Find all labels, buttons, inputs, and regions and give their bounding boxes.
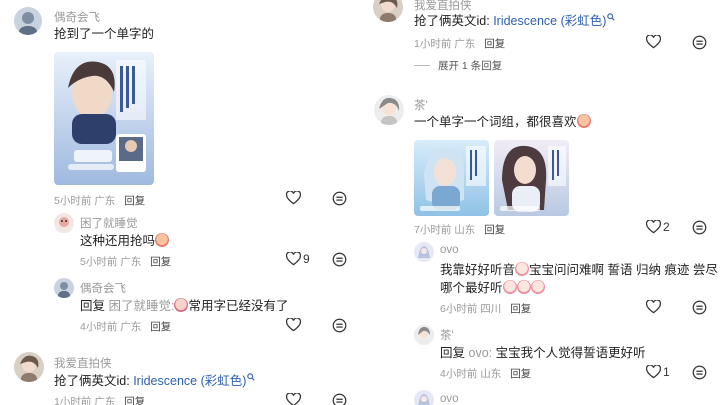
heart-icon <box>286 318 301 332</box>
reply-button[interactable]: 回复 <box>150 256 171 268</box>
right-panel: 我爱直拍侠 抢了俩英文id: Iridescence (彩虹色) 1小时前 广东… <box>360 0 720 405</box>
reply-meta: 6小时前 四川 回复 <box>440 303 532 315</box>
comment-image[interactable] <box>414 140 489 216</box>
comment-username[interactable]: 茶' <box>414 97 428 113</box>
comment-username[interactable]: 偶奇会飞 <box>54 9 100 25</box>
like-button[interactable] <box>286 318 301 332</box>
comment-menu-icon <box>692 300 707 315</box>
comment-menu-icon <box>332 318 347 333</box>
like-button[interactable]: 9 <box>286 252 310 266</box>
like-button[interactable] <box>646 300 661 314</box>
sticker-emoji-icon <box>174 298 189 312</box>
reply-button[interactable]: 回复 <box>124 396 145 405</box>
expand-divider <box>414 65 430 66</box>
reply-text: 回复 ovo: 宝宝我个人觉得誓语更好听 <box>440 346 646 360</box>
reply-username[interactable]: 困了就睡觉 <box>80 215 138 231</box>
sticker-emoji-icon <box>530 280 545 294</box>
comment-menu-icon <box>692 365 707 380</box>
like-button[interactable] <box>646 35 661 49</box>
sticker-emoji-icon <box>515 262 530 276</box>
comment-image[interactable] <box>54 52 154 185</box>
sticker-emoji-icon <box>516 280 531 294</box>
avatar[interactable] <box>374 95 404 125</box>
heart-icon <box>286 252 301 266</box>
comment-menu-icon <box>692 35 707 50</box>
avatar[interactable] <box>54 278 74 298</box>
avatar[interactable] <box>14 7 42 35</box>
heart-icon <box>286 393 301 405</box>
like-count: 1 <box>663 365 670 379</box>
reply-text: 回复 困了就睡觉: 常用字已经没有了 <box>80 298 289 313</box>
search-icon[interactable] <box>607 13 616 21</box>
comment-menu-button[interactable] <box>692 220 707 240</box>
avatar[interactable] <box>414 242 434 262</box>
reply-meta: 4小时前 山东 回复 <box>440 368 532 380</box>
sticker-emoji-icon <box>155 233 170 247</box>
comment-text: 抢了俩英文id: Iridescence (彩虹色) <box>414 12 616 30</box>
like-count: 9 <box>303 252 310 266</box>
reply-to-user[interactable]: ovo: <box>469 346 493 360</box>
comment-username[interactable]: 我爱直拍侠 <box>54 355 112 371</box>
comment-meta: 1小时前 广东 回复 <box>414 38 506 50</box>
avatar[interactable] <box>14 352 44 382</box>
reply-text: 我靠好好听音 宝宝问问难啊 誓语 归纳 痕迹 尝尽 <box>440 262 718 277</box>
comment-menu-button[interactable] <box>332 252 347 272</box>
comment-menu-button[interactable] <box>332 318 347 338</box>
brand-link[interactable]: Iridescence <box>493 14 557 28</box>
comment-menu-button[interactable] <box>332 393 347 405</box>
reply-username[interactable]: ovo <box>440 393 459 405</box>
left-panel: 偶奇会飞 抢到了一个单字的 5小时前 广东 回复 困了就睡觉 这种还用抢吗 5小… <box>0 0 360 405</box>
comment-menu-button[interactable] <box>332 191 347 211</box>
heart-icon <box>646 300 661 314</box>
heart-icon <box>646 35 661 49</box>
reply-button[interactable]: 回复 <box>510 303 531 315</box>
like-button[interactable]: 1 <box>646 365 670 379</box>
like-button[interactable] <box>286 191 301 205</box>
reply-to-user[interactable]: 困了就睡觉: <box>109 299 175 313</box>
reply-username[interactable]: ovo <box>440 244 459 256</box>
comment-time: 5小时前 <box>54 195 92 207</box>
sticker-emoji-icon <box>576 114 591 128</box>
comment-menu-button[interactable] <box>692 35 707 55</box>
comment-menu-button[interactable] <box>692 300 707 320</box>
comment-menu-button[interactable] <box>692 365 707 385</box>
reply-username[interactable]: 偶奇会飞 <box>80 280 126 296</box>
reply-meta: 4小时前 广东 回复 <box>80 321 172 333</box>
avatar[interactable] <box>414 325 434 345</box>
heart-icon <box>646 220 661 234</box>
comment-meta: 1小时前 广东 回复 <box>54 394 145 405</box>
reply-text: 这种还用抢吗 <box>80 232 170 250</box>
like-button[interactable]: 2 <box>646 220 670 234</box>
avatar[interactable] <box>54 213 74 233</box>
reply-button[interactable]: 回复 <box>510 368 531 380</box>
reply-button[interactable]: 回复 <box>150 321 171 333</box>
comment-menu-icon <box>332 252 347 267</box>
search-icon[interactable] <box>247 373 256 381</box>
reply-meta: 5小时前 广东 回复 <box>80 256 172 268</box>
comment-image[interactable] <box>494 140 569 216</box>
comment-menu-icon <box>332 191 347 206</box>
reply-button[interactable]: 回复 <box>484 224 505 236</box>
like-button[interactable] <box>286 393 301 405</box>
comment-text: 抢了俩英文id: Iridescence (彩虹色) <box>54 372 256 390</box>
reply-text-line2: 哪个最好听 <box>440 279 545 297</box>
heart-icon <box>286 191 301 205</box>
reply-username[interactable]: 茶' <box>440 327 454 343</box>
brand-link[interactable]: Iridescence <box>133 374 197 388</box>
avatar[interactable] <box>373 0 403 22</box>
reply-button[interactable]: 回复 <box>484 38 505 50</box>
comment-menu-icon <box>332 393 347 405</box>
comment-text: 抢到了一个单字的 <box>54 27 155 41</box>
heart-icon <box>646 365 661 379</box>
comment-menu-icon <box>692 220 707 235</box>
reply-button[interactable]: 回复 <box>124 195 145 207</box>
avatar[interactable] <box>414 390 434 405</box>
comment-location: 广东 <box>94 195 116 207</box>
comment-meta: 7小时前 山东 回复 <box>414 224 506 236</box>
expand-replies-button[interactable]: 展开 1 条回复 <box>414 58 502 73</box>
comment-text: 一个单字一个词组，都很喜欢 <box>414 113 591 131</box>
sticker-emoji-icon <box>502 280 517 294</box>
like-count: 2 <box>663 220 670 234</box>
comment-meta: 5小时前 广东 回复 <box>54 193 145 208</box>
